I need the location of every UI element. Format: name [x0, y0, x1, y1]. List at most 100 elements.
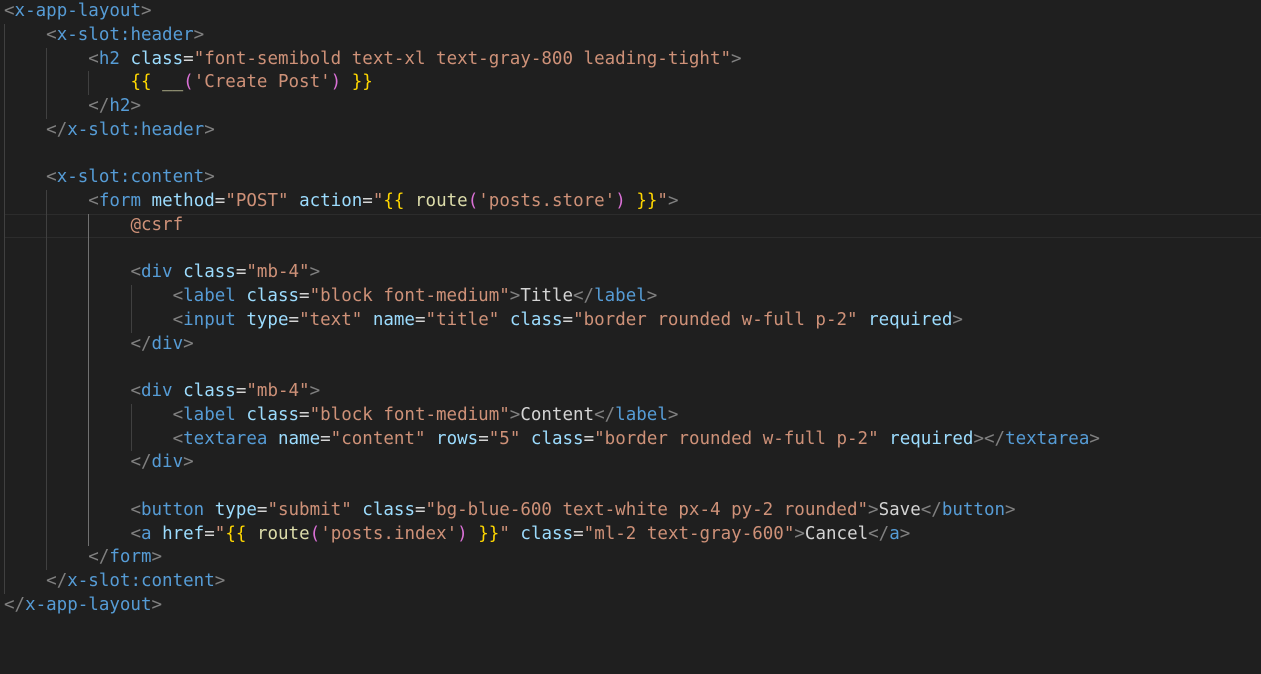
- indent-guide: [4, 546, 5, 570]
- code-line[interactable]: <label class="block font-medium">Content…: [4, 403, 1261, 428]
- code-token-tag: input: [183, 309, 236, 330]
- code-token-attr: required: [889, 428, 974, 449]
- code-token-paren: (: [467, 191, 479, 211]
- code-token-tag: div: [151, 452, 184, 473]
- code-token-punc: <: [130, 262, 141, 283]
- code-line[interactable]: <div class="mb-4">: [4, 261, 1261, 285]
- code-line[interactable]: [4, 475, 1261, 499]
- indent-guide: [4, 95, 5, 119]
- code-line[interactable]: @csrf: [4, 213, 1261, 238]
- code-line[interactable]: </x-slot:content>: [4, 570, 1261, 594]
- code-token-paren: ): [457, 523, 468, 544]
- indent-guide: [4, 451, 5, 475]
- code-line[interactable]: <x-slot:content>: [4, 166, 1261, 190]
- code-line[interactable]: <div class="mb-4">: [4, 380, 1261, 404]
- code-token-str: "ml-2 text-gray-600": [583, 523, 795, 544]
- code-token-tag: x-slot:content: [67, 571, 215, 591]
- code-token-str: ": [372, 191, 384, 211]
- code-line[interactable]: [4, 237, 1261, 262]
- indent-guide: [4, 427, 5, 452]
- indent-guide: [4, 118, 5, 143]
- code-line[interactable]: <form method="POST" action="{{ route('po…: [4, 190, 1261, 214]
- indent-guide: [88, 380, 90, 404]
- code-token-text: Save: [878, 499, 921, 520]
- code-token-str: "block font-medium": [309, 404, 510, 425]
- indent-guide: [4, 71, 5, 95]
- indent-guide: [88, 451, 90, 475]
- code-token-str: "POST": [225, 191, 289, 211]
- code-token-punc: <: [88, 48, 99, 69]
- code-token-plain: =: [235, 381, 247, 401]
- code-token-tag: label: [183, 404, 236, 425]
- code-token-plain: =: [414, 309, 426, 330]
- code-token-punc: <: [172, 309, 184, 330]
- indent-guide: [4, 190, 5, 214]
- code-token-tag: x-slot:header: [67, 119, 205, 140]
- code-line[interactable]: </x-app-layout>: [4, 594, 1261, 618]
- code-line[interactable]: <x-slot:header>: [4, 23, 1261, 48]
- code-line[interactable]: <input type="text" name="title" class="b…: [4, 308, 1261, 333]
- code-line[interactable]: </x-slot:header>: [4, 118, 1261, 143]
- code-line[interactable]: </div>: [4, 451, 1261, 475]
- code-token-attr: type: [214, 499, 257, 520]
- indent-guide: [46, 213, 48, 238]
- code-token-str: "bg-blue-600 text-white px-4 py-2 rounde…: [425, 499, 869, 520]
- code-token-plain: =: [214, 191, 226, 211]
- indent-guide: [88, 498, 90, 523]
- code-line[interactable]: </div>: [4, 332, 1261, 357]
- code-line[interactable]: [4, 142, 1261, 167]
- code-token-tag: h2: [98, 48, 120, 69]
- code-token-punc: >: [1089, 428, 1100, 449]
- code-token-punc: >: [794, 523, 805, 544]
- code-token-attr: rows: [436, 428, 479, 449]
- code-token-str: ": [214, 523, 226, 544]
- code-token-punc: >: [899, 523, 911, 544]
- code-line[interactable]: <textarea name="content" rows="5" class=…: [4, 427, 1261, 452]
- code-token-plain: =: [362, 191, 373, 211]
- code-line[interactable]: </form>: [4, 546, 1261, 570]
- indent-guide: [46, 498, 48, 523]
- indent-guide: [4, 570, 5, 594]
- code-token-punc: </: [88, 547, 110, 568]
- code-line[interactable]: <label class="block font-medium">Title</…: [4, 285, 1261, 309]
- indent-guide: [46, 71, 48, 95]
- code-token-attr: class: [130, 48, 184, 69]
- indent-guide: [46, 427, 48, 452]
- code-token-plain: =: [478, 428, 489, 449]
- code-token-blade: @csrf: [130, 214, 184, 235]
- code-token-plain: =: [573, 523, 584, 544]
- code-lines[interactable]: <x-app-layout> <x-slot:header> <h2 class…: [4, 0, 1261, 618]
- code-token-plain: =: [256, 499, 268, 520]
- indent-guide: [130, 308, 132, 333]
- code-token-punc: >: [140, 1, 152, 21]
- code-token-attr: class: [246, 404, 300, 425]
- indent-guide: [88, 213, 90, 238]
- code-token-str: "mb-4": [246, 262, 310, 283]
- code-line[interactable]: <a href="{{ route('posts.index') }}" cla…: [4, 522, 1261, 547]
- code-line[interactable]: <h2 class="font-semibold text-xl text-gr…: [4, 47, 1261, 72]
- code-token-plain: =: [183, 48, 194, 69]
- code-editor[interactable]: <x-app-layout> <x-slot:header> <h2 class…: [0, 0, 1261, 674]
- indent-guide: [46, 261, 48, 285]
- code-token-brace1: {{: [225, 523, 247, 544]
- code-line[interactable]: [4, 356, 1261, 380]
- code-line[interactable]: </h2>: [4, 95, 1261, 119]
- code-line[interactable]: {{ __('Create Post') }}: [4, 71, 1261, 95]
- code-token-punc: </: [130, 452, 152, 473]
- code-token-attr: class: [246, 286, 300, 306]
- code-token-punc: ></: [973, 428, 1006, 449]
- code-line[interactable]: <button type="submit" class="bg-blue-600…: [4, 498, 1261, 523]
- code-line[interactable]: <x-app-layout>: [4, 0, 1261, 24]
- code-token-punc: >: [151, 594, 163, 615]
- code-token-plain: =: [299, 404, 310, 425]
